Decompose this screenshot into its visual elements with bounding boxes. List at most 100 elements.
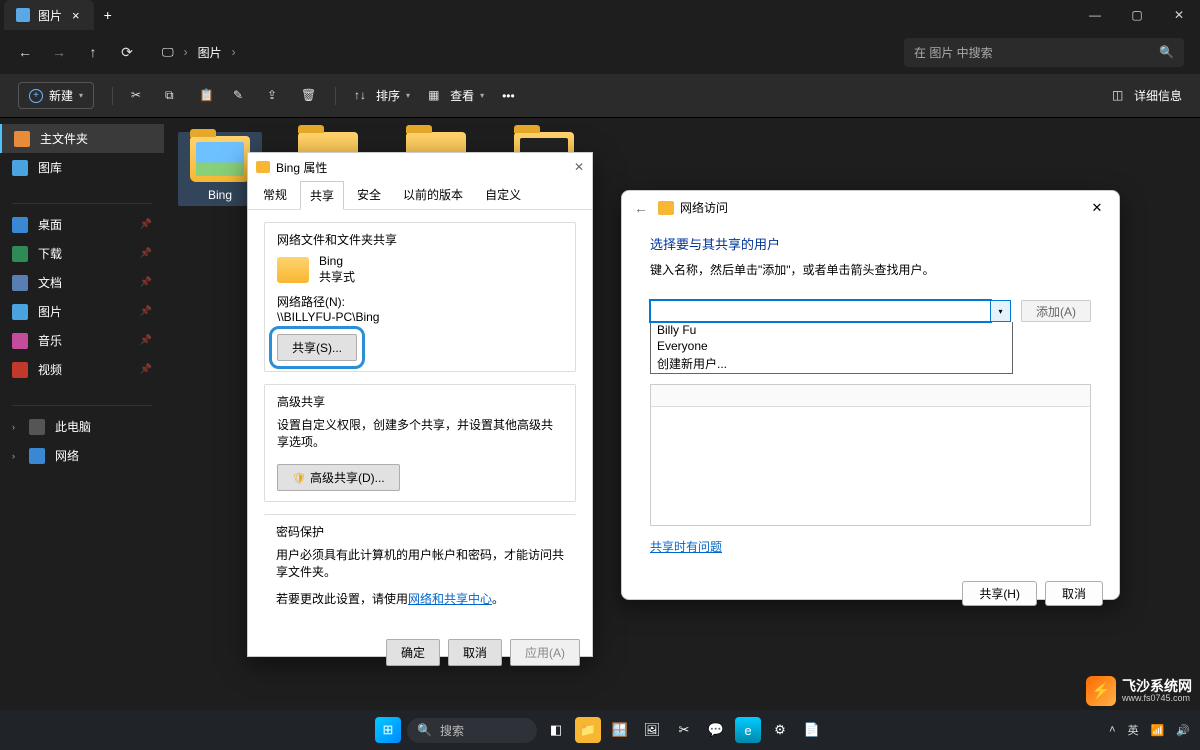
- search-input[interactable]: 在 图片 中搜索 🔍: [904, 38, 1184, 67]
- download-icon: [12, 246, 28, 262]
- option-newuser[interactable]: 创建新用户...: [651, 354, 1012, 373]
- app-icon[interactable]: 📄: [799, 717, 825, 743]
- shared-label: 共享式: [319, 268, 355, 285]
- refresh-icon[interactable]: ⟳: [118, 44, 136, 61]
- cut-button[interactable]: ✂: [131, 88, 147, 104]
- maximize-button[interactable]: ▢: [1116, 0, 1158, 30]
- group-pwd-title: 密码保护: [272, 523, 328, 540]
- close-icon[interactable]: ✕: [574, 160, 584, 174]
- option-everyone[interactable]: Everyone: [651, 338, 1012, 354]
- tab-previous[interactable]: 以前的版本: [394, 181, 472, 209]
- window-tab[interactable]: 图片 ×: [4, 0, 94, 30]
- cancel-button[interactable]: 取消: [1045, 581, 1103, 606]
- plus-icon: +: [29, 89, 43, 103]
- sidebar-item-downloads[interactable]: 下载📌: [0, 239, 164, 268]
- monitor-icon: 🖵: [162, 45, 174, 60]
- folder-name: Bing: [319, 254, 355, 268]
- list-header: [651, 385, 1090, 407]
- adv-desc: 设置自定义权限，创建多个共享，并设置其他高级共享选项。: [277, 416, 563, 450]
- system-tray[interactable]: ˄ 英 📶 🔊: [1109, 722, 1190, 738]
- ok-button[interactable]: 确定: [386, 639, 440, 666]
- share-button[interactable]: ⇪: [267, 88, 283, 104]
- share-title: 网络访问: [680, 199, 728, 216]
- sidebar-item-network[interactable]: ›网络: [0, 441, 164, 470]
- document-icon: [12, 275, 28, 291]
- app-icon[interactable]: 🖼: [639, 717, 665, 743]
- minimize-button[interactable]: —: [1074, 0, 1116, 30]
- explorer-icon[interactable]: 📁: [575, 717, 601, 743]
- sidebar-item-desktop[interactable]: 桌面📌: [0, 210, 164, 239]
- pwd-line1: 用户必须具有此计算机的用户帐户和密码，才能访问共享文件夹。: [276, 546, 564, 580]
- taskview-icon[interactable]: ◧: [543, 717, 569, 743]
- network-center-link[interactable]: 网络和共享中心: [408, 592, 492, 606]
- rename-button[interactable]: ✎: [233, 88, 249, 104]
- forward-icon[interactable]: →: [50, 44, 68, 60]
- tab-title: 图片: [38, 7, 62, 24]
- crumb-pictures[interactable]: 图片: [198, 44, 222, 61]
- paste-icon: 📋: [199, 88, 215, 104]
- netpath-label: 网络路径(N):: [277, 293, 563, 310]
- add-button[interactable]: 添加(A): [1021, 300, 1091, 322]
- details-pane-button[interactable]: ◫详细信息: [1112, 87, 1182, 104]
- paste-button[interactable]: 📋: [199, 88, 215, 104]
- edge-icon[interactable]: e: [735, 717, 761, 743]
- user-input[interactable]: [650, 300, 991, 322]
- new-tab-button[interactable]: +: [94, 7, 122, 23]
- ime-indicator: 英: [1128, 722, 1139, 738]
- copy-button[interactable]: ⧉: [165, 88, 181, 104]
- chevron-up-icon: ˄: [1109, 724, 1115, 736]
- sidebar-item-pictures[interactable]: 图片📌: [0, 297, 164, 326]
- taskbar-search[interactable]: 🔍搜索: [407, 718, 537, 743]
- sidebar-item-videos[interactable]: 视频📌: [0, 355, 164, 384]
- apply-button[interactable]: 应用(A): [510, 639, 580, 666]
- dropdown-button[interactable]: ▾: [991, 300, 1011, 322]
- breadcrumb[interactable]: 🖵 › 图片 ›: [152, 38, 888, 67]
- chevron-down-icon: ▾: [406, 91, 410, 100]
- chevron-right-icon: ›: [12, 422, 15, 432]
- tab-custom[interactable]: 自定义: [476, 181, 530, 209]
- sidebar-item-gallery[interactable]: 图库: [0, 153, 164, 182]
- option-billyfu[interactable]: Billy Fu: [651, 322, 1012, 338]
- tab-general[interactable]: 常规: [254, 181, 296, 209]
- properties-dialog: Bing 属性 ✕ 常规 共享 安全 以前的版本 自定义 网络文件和文件夹共享 …: [247, 152, 593, 657]
- pin-icon: 📌: [140, 306, 152, 317]
- problem-link[interactable]: 共享时有问题: [650, 538, 722, 555]
- view-button[interactable]: ▦查看 ▾: [428, 87, 484, 104]
- sort-button[interactable]: ↑↓排序 ▾: [354, 87, 410, 104]
- more-button[interactable]: •••: [502, 89, 515, 103]
- copy-icon: ⧉: [165, 88, 181, 104]
- sidebar-item-home[interactable]: 主文件夹: [0, 124, 164, 153]
- app-icon[interactable]: 💬: [703, 717, 729, 743]
- delete-button[interactable]: 🗑: [301, 88, 317, 104]
- details-icon: ◫: [1112, 88, 1128, 104]
- tab-security[interactable]: 安全: [348, 181, 390, 209]
- app-icon[interactable]: ⚙: [767, 717, 793, 743]
- adv-share-button[interactable]: 🛡高级共享(D)...: [277, 464, 400, 491]
- tab-sharing[interactable]: 共享: [300, 181, 344, 210]
- app-icon[interactable]: ✂: [671, 717, 697, 743]
- up-icon[interactable]: ↑: [84, 44, 102, 60]
- close-button[interactable]: ✕: [1158, 0, 1200, 30]
- pin-icon: 📌: [140, 248, 152, 259]
- share-icon: ⇪: [267, 88, 283, 104]
- sidebar-item-music[interactable]: 音乐📌: [0, 326, 164, 355]
- close-tab-icon[interactable]: ×: [70, 8, 82, 23]
- share-list[interactable]: [650, 384, 1091, 526]
- group-net-title: 网络文件和文件夹共享: [273, 231, 401, 248]
- app-icon[interactable]: 🪟: [607, 717, 633, 743]
- new-button[interactable]: + 新建 ▾: [18, 82, 94, 109]
- chevron-right-icon: ›: [184, 45, 188, 59]
- close-icon[interactable]: ✕: [1087, 200, 1107, 216]
- back-icon[interactable]: ←: [16, 44, 34, 60]
- start-button[interactable]: ⊞: [375, 717, 401, 743]
- share-button[interactable]: 共享(S)...: [277, 334, 357, 361]
- back-icon[interactable]: ←: [634, 200, 648, 216]
- search-icon: 🔍: [417, 723, 432, 737]
- cancel-button[interactable]: 取消: [448, 639, 502, 666]
- sidebar-item-thispc[interactable]: ›此电脑: [0, 412, 164, 441]
- pin-icon: 📌: [140, 277, 152, 288]
- sidebar-item-documents[interactable]: 文档📌: [0, 268, 164, 297]
- home-icon: [14, 131, 30, 147]
- share-confirm-button[interactable]: 共享(H): [962, 581, 1037, 606]
- volume-icon: 🔊: [1176, 724, 1190, 737]
